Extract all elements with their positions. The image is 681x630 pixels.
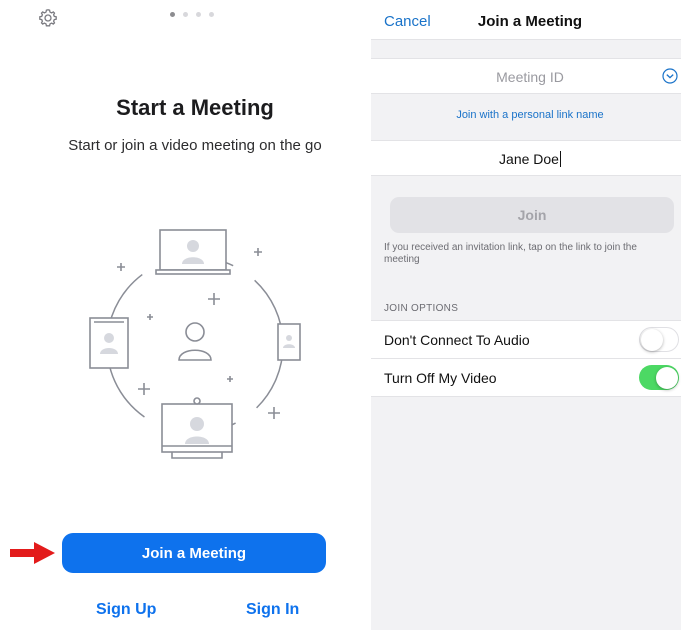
invitation-hint: If you received an invitation link, tap …: [384, 242, 637, 265]
toggle-knob: [655, 366, 678, 389]
page-dot[interactable]: [196, 12, 201, 17]
arrow-right-icon: [10, 541, 56, 565]
personal-link-button[interactable]: Join with a personal link name: [371, 109, 681, 121]
sign-in-link[interactable]: Sign In: [246, 601, 299, 619]
page-title: Start a Meeting: [116, 95, 274, 120]
page-dot[interactable]: [209, 12, 214, 17]
join-button[interactable]: Join: [390, 197, 674, 233]
sign-up-link[interactable]: Sign Up: [96, 601, 156, 619]
page-dot[interactable]: [170, 12, 175, 17]
meeting-id-input[interactable]: Meeting ID: [371, 69, 681, 85]
option-row-audio: Don't Connect To Audio: [371, 320, 681, 358]
meeting-id-row[interactable]: Meeting ID: [371, 58, 681, 94]
page-subtitle: Start or join a video meeting on the go: [68, 137, 322, 154]
name-value: Jane Doe: [499, 151, 559, 167]
page-dot[interactable]: [183, 12, 188, 17]
option-row-video: Turn Off My Video: [371, 358, 681, 397]
text-caret: [559, 151, 561, 167]
join-options-header: JOIN OPTIONS: [384, 303, 459, 314]
name-row[interactable]: Jane Doe: [371, 140, 681, 176]
start-meeting-screen: Start a Meeting Start or join a video me…: [0, 0, 371, 630]
toggle-knob: [641, 328, 663, 351]
page-indicator: [170, 12, 214, 17]
gear-icon[interactable]: [38, 8, 58, 28]
join-meeting-screen: Cancel Join a Meeting Meeting ID Join wi…: [371, 0, 681, 630]
option-label-audio: Don't Connect To Audio: [384, 332, 530, 348]
chevron-down-icon[interactable]: [662, 68, 678, 84]
name-field[interactable]: Jane Doe: [371, 151, 681, 167]
nav-bar: Cancel Join a Meeting: [371, 0, 681, 40]
meeting-illustration: [70, 220, 320, 470]
audio-toggle[interactable]: [639, 327, 679, 352]
video-toggle[interactable]: [639, 365, 679, 390]
option-label-video: Turn Off My Video: [384, 370, 497, 386]
nav-title: Join a Meeting: [477, 13, 583, 30]
join-meeting-button[interactable]: Join a Meeting: [62, 533, 326, 573]
